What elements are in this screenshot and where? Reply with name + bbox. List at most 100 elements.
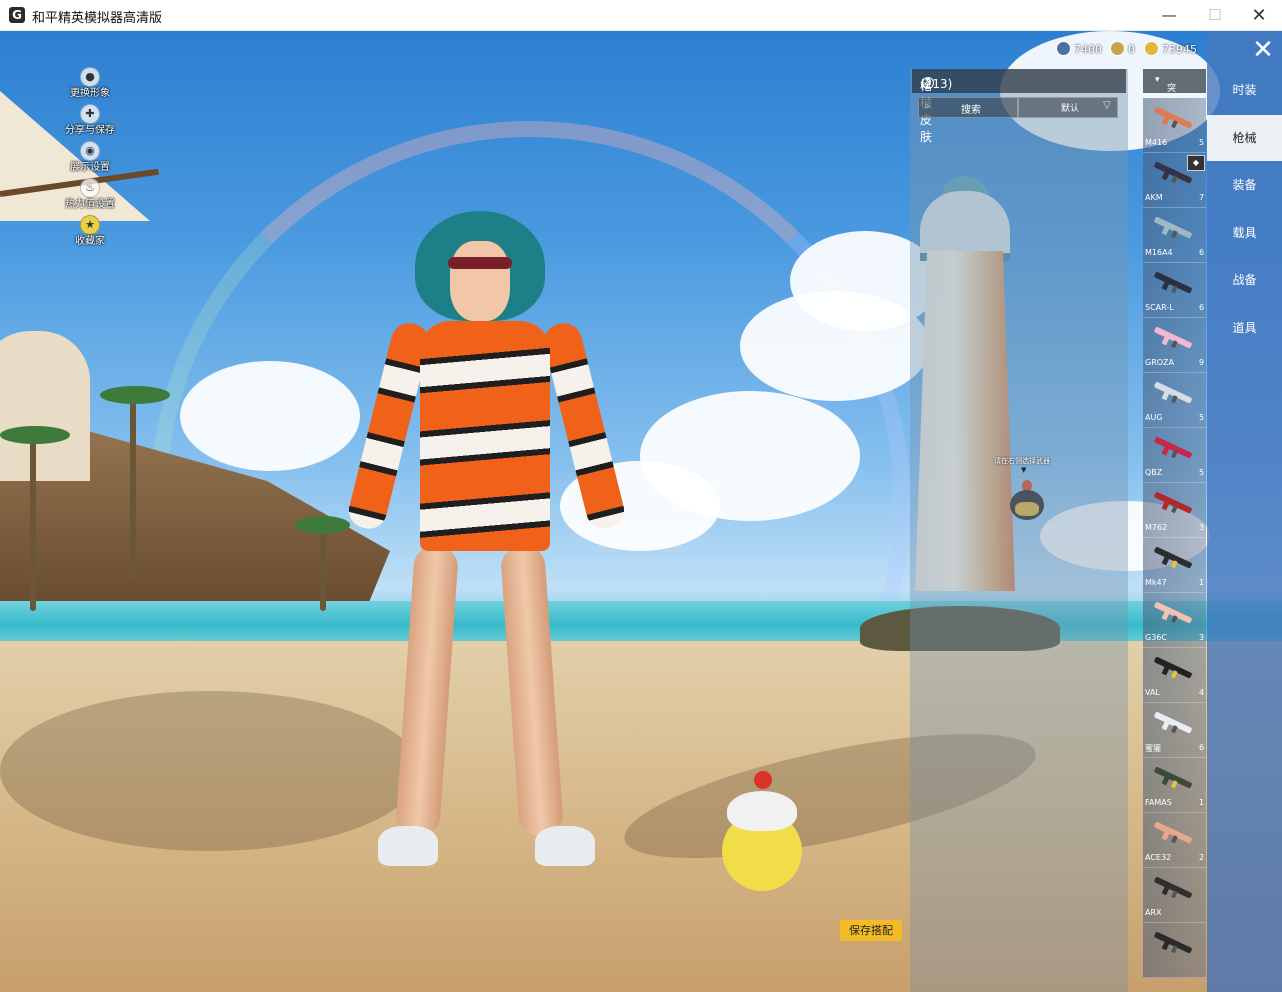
rifle-icon <box>1154 327 1192 349</box>
chick-pet <box>722 771 802 891</box>
quick-menu-display-settings[interactable]: ◉ 展示设置 <box>60 139 120 176</box>
window-titlebar: G 和平精英模拟器高清版 — ☐ ✕ <box>0 0 1282 31</box>
character-arm <box>540 319 628 533</box>
tab-fashion[interactable]: 时装 <box>1207 67 1282 113</box>
weapon-name: FAMAS <box>1145 798 1172 807</box>
weapon-item-scar-l[interactable]: SCAR-L 6 <box>1143 263 1206 318</box>
character-shoe <box>535 826 595 866</box>
quick-menu-label: 更换形象 <box>70 88 110 99</box>
currency-coupon: 7400 <box>1056 41 1102 57</box>
weapon-skin-count: 9 <box>1199 358 1205 367</box>
clownfish-outfit <box>420 321 550 551</box>
weapon-name: Mk47 <box>1145 578 1167 587</box>
close-icon[interactable]: ✕ <box>1248 36 1278 66</box>
equipped-badge-icon: ◆ <box>1187 155 1205 171</box>
quick-menu-label: 分享与保存 <box>65 125 115 136</box>
weapon-item-unnamed[interactable] <box>1143 923 1206 978</box>
help-icon[interactable]: ? <box>922 77 934 89</box>
quick-menu-label: 热力值设置 <box>65 199 115 210</box>
weapon-item-honey-badger[interactable]: 蜜獾 6 <box>1143 703 1206 758</box>
weapon-name: G36C <box>1145 633 1167 642</box>
rifle-icon <box>1154 217 1192 239</box>
window-title: 和平精英模拟器高清版 <box>32 11 163 26</box>
rifle-icon <box>1154 602 1192 624</box>
quick-menu-change-appearance[interactable]: ● 更换形象 <box>60 65 120 102</box>
palm-leaves <box>295 516 350 534</box>
character-leg <box>499 544 565 838</box>
rifle-icon <box>1154 822 1192 844</box>
character-shoe <box>378 826 438 866</box>
rifle-icon <box>1154 877 1192 899</box>
maximize-icon[interactable]: ☐ <box>1192 0 1238 31</box>
weapon-name: M762 <box>1145 523 1168 532</box>
weapon-name: M16A4 <box>1145 248 1173 257</box>
search-input[interactable]: ⌕ 搜索 <box>918 97 1018 118</box>
weapon-item-groza[interactable]: GROZA 9 <box>1143 318 1206 373</box>
weapon-skin-count: 2 <box>1199 853 1205 862</box>
weapon-item-arx[interactable]: ARX <box>1143 868 1206 923</box>
weapon-name: GROZA <box>1145 358 1175 367</box>
skin-panel-header: 枪械皮肤 (213)? <box>912 69 1126 144</box>
weapon-item-famas[interactable]: FAMAS 1 <box>1143 758 1206 813</box>
weapon-name: SCAR-L <box>1145 303 1174 312</box>
weapon-skin-count: 3 <box>1199 633 1205 642</box>
sort-label: 默认 <box>1061 104 1080 114</box>
quick-menu: ● 更换形象 ✚ 分享与保存 ◉ 展示设置 ♨ 热力值设置 ★ 收藏家 <box>60 65 120 250</box>
weapon-skin-count: 6 <box>1199 743 1205 752</box>
player-character <box>345 211 630 891</box>
search-label: 搜索 <box>961 105 981 116</box>
quick-menu-share-save[interactable]: ✚ 分享与保存 <box>60 102 120 139</box>
weapon-skin-count: 5 <box>1199 138 1205 147</box>
rifle-icon <box>1154 657 1192 679</box>
window-close-icon[interactable]: ✕ <box>1236 0 1282 31</box>
weapon-item-ace32[interactable]: ACE32 2 <box>1143 813 1206 868</box>
hint-arrow-icon: ▼ <box>1021 466 1027 474</box>
rifle-icon <box>1154 437 1192 459</box>
tab-vehicles[interactable]: 载具 <box>1207 210 1282 256</box>
tab-equipment[interactable]: 装备 <box>1207 162 1282 208</box>
save-outfit-button[interactable]: 保存搭配 <box>840 920 902 941</box>
chick-hat <box>727 791 797 831</box>
tab-battle-prep[interactable]: 战备 <box>1207 257 1282 303</box>
ship-cabin <box>0 331 90 481</box>
quick-menu-collector[interactable]: ★ 收藏家 <box>60 213 120 250</box>
app-logo-icon: G <box>9 7 25 23</box>
weapon-skin-count: 4 <box>1199 688 1205 697</box>
weapon-name: QBZ <box>1145 468 1163 477</box>
quick-menu-label: 展示设置 <box>70 162 110 173</box>
weapon-name: M416 <box>1145 138 1168 147</box>
weapon-item-m762[interactable]: M762 3 <box>1143 483 1206 538</box>
currency-badge: 0 <box>1110 41 1135 57</box>
rifle-icon <box>1154 272 1192 294</box>
weapon-category-dropdown[interactable]: 突击步枪 ▾ <box>1143 69 1206 133</box>
weapon-skin-count: 5 <box>1199 413 1205 422</box>
currency-gold: 73945 <box>1144 41 1197 57</box>
character-leg <box>394 544 460 838</box>
weapon-name: AKM <box>1145 193 1163 202</box>
character-face <box>450 241 510 321</box>
weapon-item-aug[interactable]: AUG 5 <box>1143 373 1206 428</box>
weapon-item-m416[interactable]: M416 5 <box>1143 98 1206 153</box>
quick-menu-heat-settings[interactable]: ♨ 热力值设置 <box>60 176 120 213</box>
minimize-icon[interactable]: — <box>1146 0 1192 31</box>
weapon-item-val[interactable]: VAL 4 <box>1143 648 1206 703</box>
weapon-name: AUG <box>1145 413 1163 422</box>
tab-weapons[interactable]: 枪械 <box>1207 115 1282 161</box>
weapon-item-g36c[interactable]: G36C 3 <box>1143 593 1206 648</box>
sort-dropdown[interactable]: 默认 ▽ <box>1018 97 1118 118</box>
weapon-item-mk47[interactable]: Mk47 1 <box>1143 538 1206 593</box>
blindfold <box>448 257 512 269</box>
weapon-skin-count: 1 <box>1199 798 1205 807</box>
weapon-skin-count: 6 <box>1199 248 1205 257</box>
weapon-skin-count: 5 <box>1199 468 1205 477</box>
chevron-down-icon: ▽ <box>1103 100 1111 111</box>
currency-value: 0 <box>1128 43 1135 56</box>
currency-value: 73945 <box>1162 43 1197 56</box>
weapon-item-m16a4[interactable]: M16A4 6 <box>1143 208 1206 263</box>
select-weapon-hint: 请在右侧选择武器 <box>994 457 1050 465</box>
palm-tree <box>130 391 136 581</box>
weapon-name: ARX <box>1145 908 1162 917</box>
tab-items[interactable]: 道具 <box>1207 305 1282 351</box>
weapon-item-qbz[interactable]: QBZ 5 <box>1143 428 1206 483</box>
weapon-name: ACE32 <box>1145 853 1172 862</box>
